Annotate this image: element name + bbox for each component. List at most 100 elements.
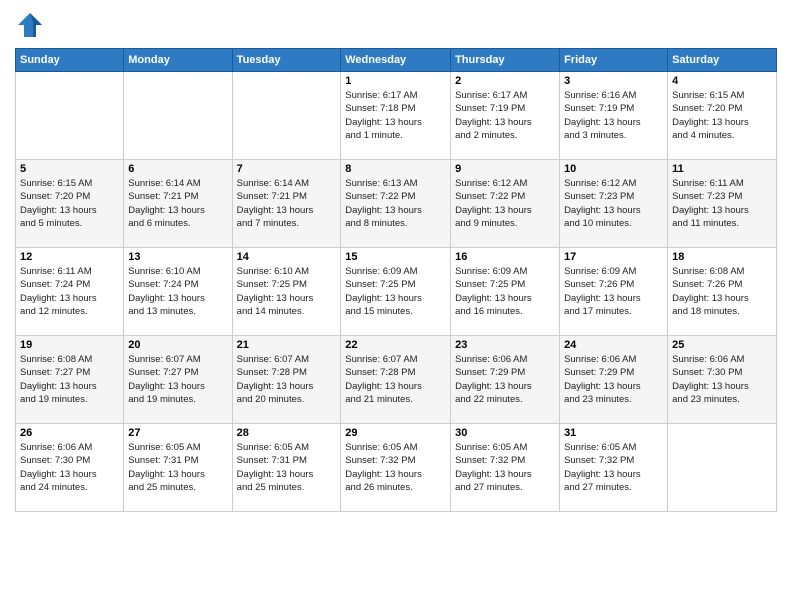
- day-info: Sunrise: 6:06 AMSunset: 7:30 PMDaylight:…: [20, 441, 119, 494]
- day-number: 6: [128, 163, 227, 175]
- day-number: 24: [564, 339, 663, 351]
- weekday-header-thursday: Thursday: [451, 49, 560, 72]
- calendar-cell: 21 Sunrise: 6:07 AMSunset: 7:28 PMDayligh…: [232, 336, 341, 424]
- logo: [15, 10, 49, 40]
- day-number: 2: [455, 75, 555, 87]
- day-number: 19: [20, 339, 119, 351]
- day-number: 7: [237, 163, 337, 175]
- calendar-cell: 26 Sunrise: 6:06 AMSunset: 7:30 PMDayligh…: [16, 424, 124, 512]
- weekday-header-monday: Monday: [124, 49, 232, 72]
- day-info: Sunrise: 6:11 AMSunset: 7:24 PMDaylight:…: [20, 265, 119, 318]
- day-number: 12: [20, 251, 119, 263]
- day-info: Sunrise: 6:17 AMSunset: 7:18 PMDaylight:…: [345, 89, 446, 142]
- day-number: 29: [345, 427, 446, 439]
- day-info: Sunrise: 6:09 AMSunset: 7:25 PMDaylight:…: [455, 265, 555, 318]
- day-number: 16: [455, 251, 555, 263]
- weekday-header-tuesday: Tuesday: [232, 49, 341, 72]
- day-info: Sunrise: 6:05 AMSunset: 7:32 PMDaylight:…: [455, 441, 555, 494]
- day-number: 5: [20, 163, 119, 175]
- calendar-cell: [16, 72, 124, 160]
- day-number: 31: [564, 427, 663, 439]
- day-number: 10: [564, 163, 663, 175]
- calendar-cell: 24 Sunrise: 6:06 AMSunset: 7:29 PMDayligh…: [560, 336, 668, 424]
- weekday-header-wednesday: Wednesday: [341, 49, 451, 72]
- day-info: Sunrise: 6:05 AMSunset: 7:31 PMDaylight:…: [237, 441, 337, 494]
- week-row-4: 19 Sunrise: 6:08 AMSunset: 7:27 PMDayligh…: [16, 336, 777, 424]
- day-info: Sunrise: 6:11 AMSunset: 7:23 PMDaylight:…: [672, 177, 772, 230]
- day-info: Sunrise: 6:12 AMSunset: 7:22 PMDaylight:…: [455, 177, 555, 230]
- day-number: 21: [237, 339, 337, 351]
- calendar-cell: 31 Sunrise: 6:05 AMSunset: 7:32 PMDayligh…: [560, 424, 668, 512]
- calendar-cell: 11Sunrise: 6:11 AMSunset: 7:23 PMDayligh…: [668, 160, 777, 248]
- day-info: Sunrise: 6:15 AMSunset: 7:20 PMDaylight:…: [20, 177, 119, 230]
- calendar-cell: 25 Sunrise: 6:06 AMSunset: 7:30 PMDayligh…: [668, 336, 777, 424]
- day-info: Sunrise: 6:06 AMSunset: 7:29 PMDaylight:…: [455, 353, 555, 406]
- day-info: Sunrise: 6:10 AMSunset: 7:24 PMDaylight:…: [128, 265, 227, 318]
- day-info: Sunrise: 6:15 AMSunset: 7:20 PMDaylight:…: [672, 89, 772, 142]
- day-info: Sunrise: 6:06 AMSunset: 7:30 PMDaylight:…: [672, 353, 772, 406]
- calendar-cell: 6Sunrise: 6:14 AMSunset: 7:21 PMDaylight…: [124, 160, 232, 248]
- weekday-header-sunday: Sunday: [16, 49, 124, 72]
- day-info: Sunrise: 6:09 AMSunset: 7:26 PMDaylight:…: [564, 265, 663, 318]
- day-info: Sunrise: 6:06 AMSunset: 7:29 PMDaylight:…: [564, 353, 663, 406]
- logo-icon: [15, 10, 45, 40]
- calendar-cell: 20Sunrise: 6:07 AMSunset: 7:27 PMDayligh…: [124, 336, 232, 424]
- day-info: Sunrise: 6:05 AMSunset: 7:32 PMDaylight:…: [564, 441, 663, 494]
- page: SundayMondayTuesdayWednesdayThursdayFrid…: [0, 0, 792, 612]
- day-number: 15: [345, 251, 446, 263]
- calendar-cell: 7 Sunrise: 6:14 AMSunset: 7:21 PMDaylight…: [232, 160, 341, 248]
- day-number: 13: [128, 251, 227, 263]
- calendar-cell: 27Sunrise: 6:05 AMSunset: 7:31 PMDayligh…: [124, 424, 232, 512]
- day-number: 17: [564, 251, 663, 263]
- calendar-cell: 12 Sunrise: 6:11 AMSunset: 7:24 PMDayligh…: [16, 248, 124, 336]
- weekday-header-row: SundayMondayTuesdayWednesdayThursdayFrid…: [16, 49, 777, 72]
- calendar-cell: 16 Sunrise: 6:09 AMSunset: 7:25 PMDayligh…: [451, 248, 560, 336]
- day-info: Sunrise: 6:05 AMSunset: 7:32 PMDaylight:…: [345, 441, 446, 494]
- week-row-2: 5 Sunrise: 6:15 AMSunset: 7:20 PMDaylight…: [16, 160, 777, 248]
- day-info: Sunrise: 6:14 AMSunset: 7:21 PMDaylight:…: [237, 177, 337, 230]
- day-number: 14: [237, 251, 337, 263]
- day-number: 8: [345, 163, 446, 175]
- calendar-cell: 4 Sunrise: 6:15 AMSunset: 7:20 PMDaylight…: [668, 72, 777, 160]
- week-row-5: 26 Sunrise: 6:06 AMSunset: 7:30 PMDayligh…: [16, 424, 777, 512]
- day-info: Sunrise: 6:05 AMSunset: 7:31 PMDaylight:…: [128, 441, 227, 494]
- day-info: Sunrise: 6:08 AMSunset: 7:27 PMDaylight:…: [20, 353, 119, 406]
- day-number: 1: [345, 75, 446, 87]
- calendar-cell: [232, 72, 341, 160]
- calendar-cell: 8Sunrise: 6:13 AMSunset: 7:22 PMDaylight…: [341, 160, 451, 248]
- calendar-cell: 18Sunrise: 6:08 AMSunset: 7:26 PMDayligh…: [668, 248, 777, 336]
- calendar-cell: [668, 424, 777, 512]
- calendar-cell: 22Sunrise: 6:07 AMSunset: 7:28 PMDayligh…: [341, 336, 451, 424]
- header: [15, 10, 777, 40]
- calendar-cell: 10 Sunrise: 6:12 AMSunset: 7:23 PMDayligh…: [560, 160, 668, 248]
- day-number: 28: [237, 427, 337, 439]
- calendar-cell: 2 Sunrise: 6:17 AMSunset: 7:19 PMDaylight…: [451, 72, 560, 160]
- day-info: Sunrise: 6:17 AMSunset: 7:19 PMDaylight:…: [455, 89, 555, 142]
- day-info: Sunrise: 6:07 AMSunset: 7:28 PMDaylight:…: [345, 353, 446, 406]
- day-number: 26: [20, 427, 119, 439]
- week-row-1: 1 Sunrise: 6:17 AMSunset: 7:18 PMDaylight…: [16, 72, 777, 160]
- calendar-cell: 14 Sunrise: 6:10 AMSunset: 7:25 PMDayligh…: [232, 248, 341, 336]
- calendar-cell: 1 Sunrise: 6:17 AMSunset: 7:18 PMDaylight…: [341, 72, 451, 160]
- calendar-cell: 29 Sunrise: 6:05 AMSunset: 7:32 PMDayligh…: [341, 424, 451, 512]
- calendar-cell: 5 Sunrise: 6:15 AMSunset: 7:20 PMDaylight…: [16, 160, 124, 248]
- weekday-header-friday: Friday: [560, 49, 668, 72]
- day-number: 4: [672, 75, 772, 87]
- day-number: 18: [672, 251, 772, 263]
- day-number: 25: [672, 339, 772, 351]
- day-number: 9: [455, 163, 555, 175]
- calendar-cell: [124, 72, 232, 160]
- calendar-cell: 9 Sunrise: 6:12 AMSunset: 7:22 PMDaylight…: [451, 160, 560, 248]
- day-info: Sunrise: 6:16 AMSunset: 7:19 PMDaylight:…: [564, 89, 663, 142]
- day-info: Sunrise: 6:07 AMSunset: 7:28 PMDaylight:…: [237, 353, 337, 406]
- week-row-3: 12 Sunrise: 6:11 AMSunset: 7:24 PMDayligh…: [16, 248, 777, 336]
- day-number: 20: [128, 339, 227, 351]
- day-info: Sunrise: 6:10 AMSunset: 7:25 PMDaylight:…: [237, 265, 337, 318]
- day-number: 3: [564, 75, 663, 87]
- weekday-header-saturday: Saturday: [668, 49, 777, 72]
- calendar-cell: 28 Sunrise: 6:05 AMSunset: 7:31 PMDayligh…: [232, 424, 341, 512]
- calendar-cell: 13 Sunrise: 6:10 AMSunset: 7:24 PMDayligh…: [124, 248, 232, 336]
- day-info: Sunrise: 6:12 AMSunset: 7:23 PMDaylight:…: [564, 177, 663, 230]
- day-number: 30: [455, 427, 555, 439]
- day-info: Sunrise: 6:09 AMSunset: 7:25 PMDaylight:…: [345, 265, 446, 318]
